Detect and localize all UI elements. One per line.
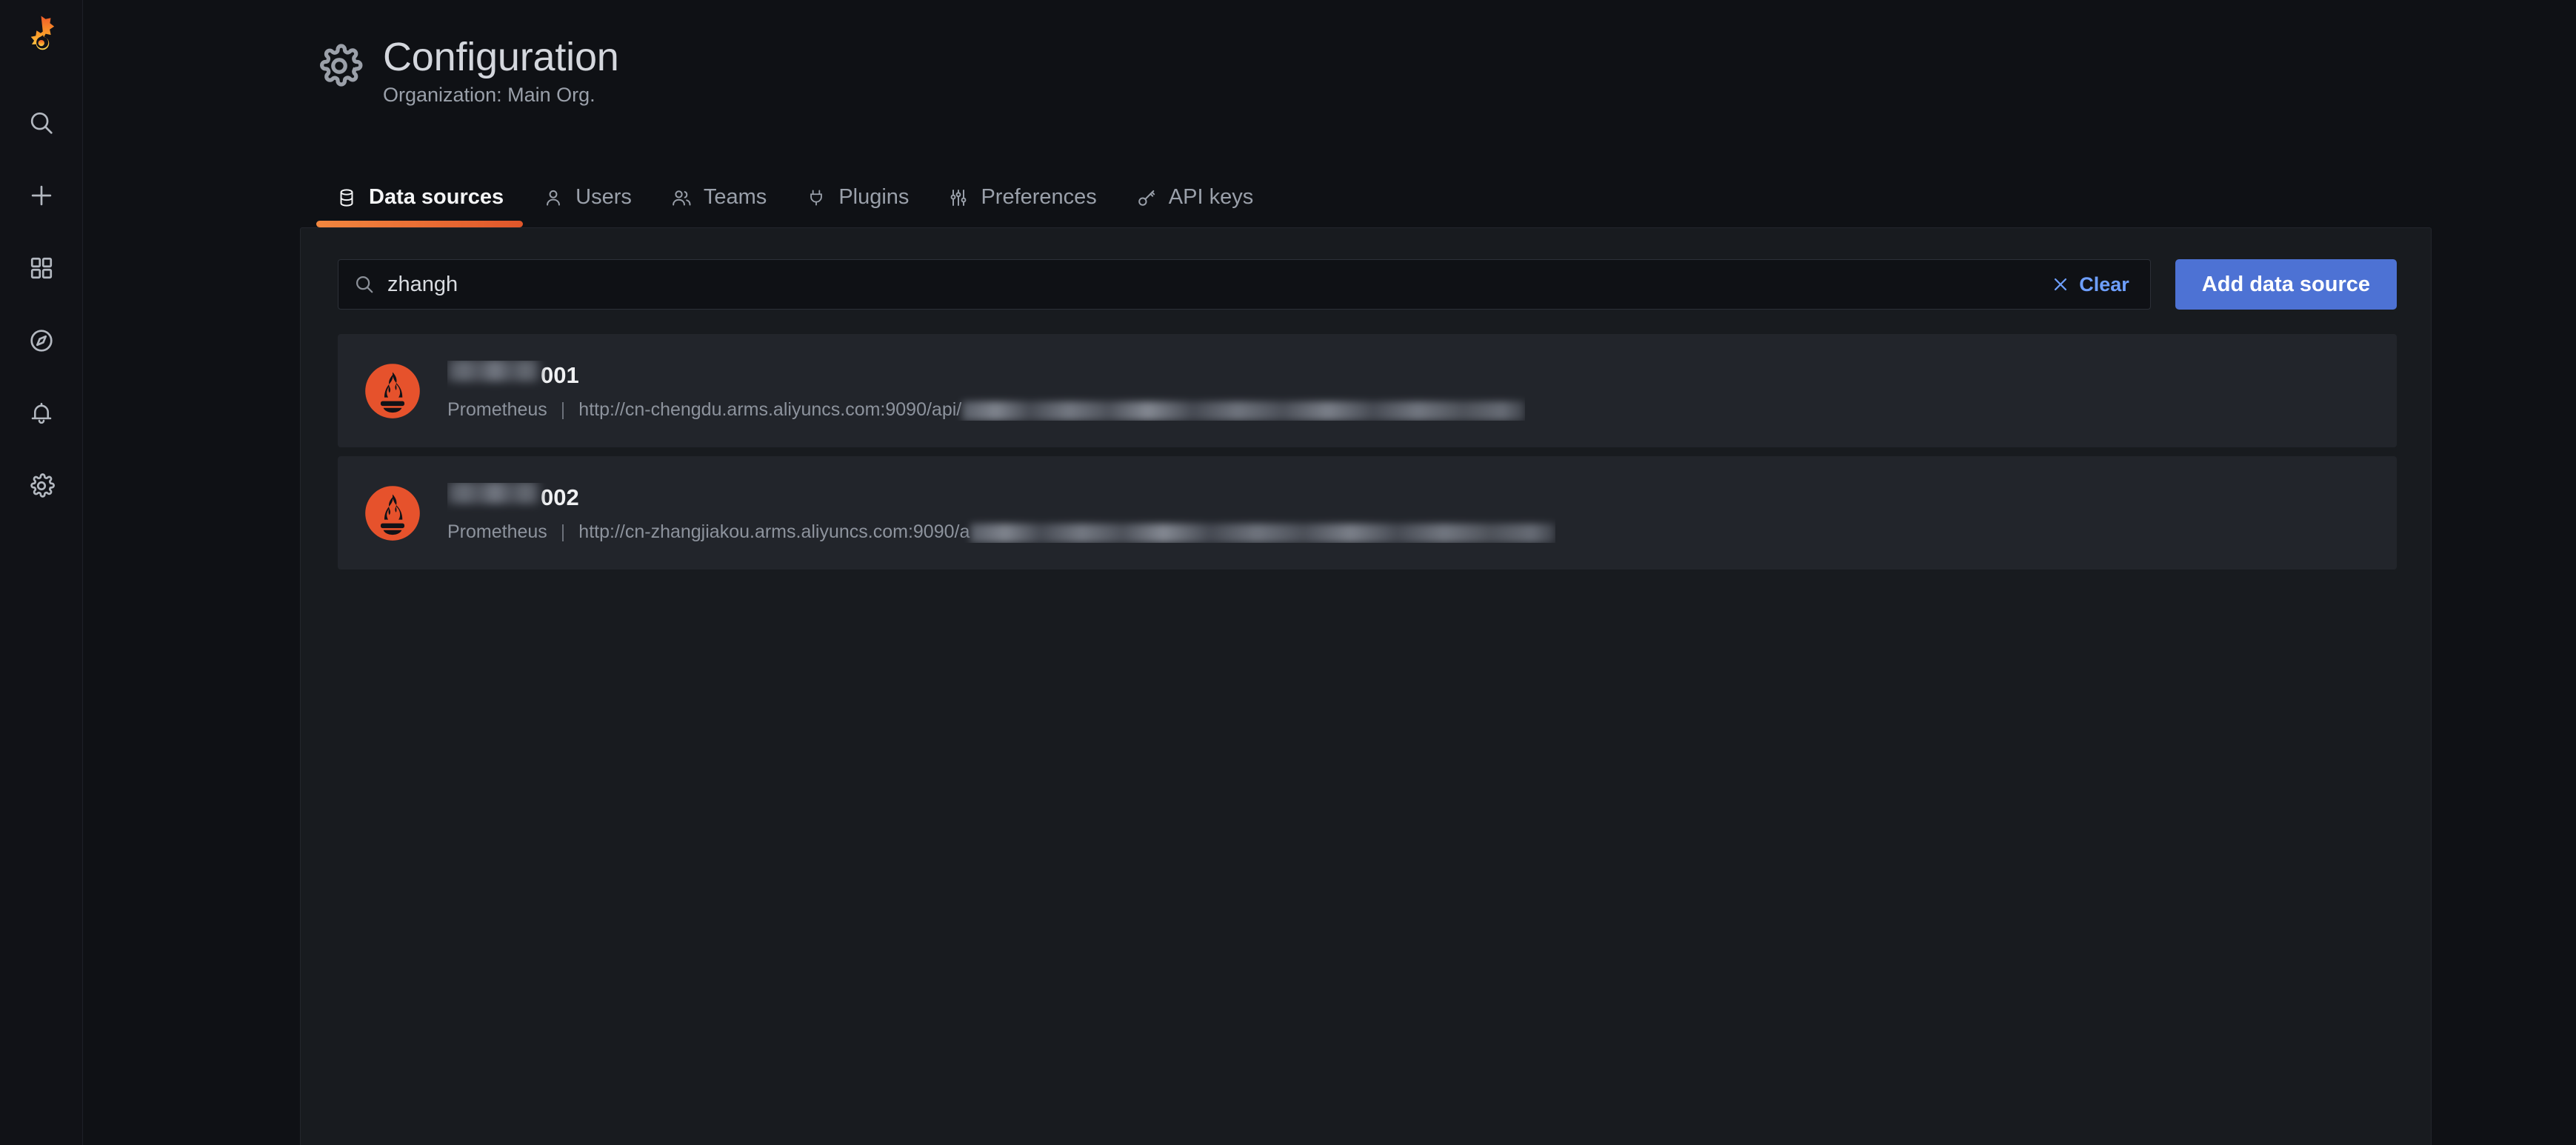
search-box[interactable]: Clear <box>338 259 2151 310</box>
search-icon <box>353 273 376 296</box>
tab-label: Data sources <box>369 185 504 210</box>
tab-data-sources[interactable]: Data sources <box>316 185 523 227</box>
database-icon <box>336 187 358 209</box>
data-source-name: 002 <box>447 483 1555 511</box>
search-row: Clear Add data source <box>338 259 2397 310</box>
data-source-name-suffix: 002 <box>541 484 579 511</box>
data-source-url: http://cn-chengdu.arms.aliyuncs.com:9090… <box>578 399 1525 421</box>
sliders-icon <box>947 187 970 209</box>
redacted-url-blur <box>970 524 1555 543</box>
data-source-name-suffix: 001 <box>541 362 579 389</box>
tab-label: Users <box>575 185 632 210</box>
users-icon <box>670 187 693 209</box>
clear-label: Clear <box>2079 273 2129 296</box>
tab-teams[interactable]: Teams <box>651 185 786 227</box>
page-title: Configuration <box>383 36 619 79</box>
bell-icon[interactable] <box>18 390 65 437</box>
redacted-name-blur <box>447 361 539 381</box>
dashboards-grid-icon[interactable] <box>18 244 65 292</box>
gear-icon[interactable] <box>18 462 65 510</box>
tab-preferences[interactable]: Preferences <box>928 185 1115 227</box>
compass-icon[interactable] <box>18 317 65 364</box>
data-sources-panel: Clear Add data source 001 Prometheus | <box>300 227 2432 1145</box>
title-texts: Configuration Organization: Main Org. <box>383 36 619 107</box>
page-subtitle: Organization: Main Org. <box>383 84 619 107</box>
tab-plugins[interactable]: Plugins <box>786 185 928 227</box>
redacted-url-blur <box>962 401 1525 421</box>
key-icon <box>1135 187 1158 209</box>
data-source-type: Prometheus <box>447 521 547 543</box>
side-nav-rail <box>0 0 83 1145</box>
user-icon <box>542 187 564 209</box>
data-source-meta: Prometheus | http://cn-chengdu.arms.aliy… <box>447 399 1525 421</box>
data-source-type: Prometheus <box>447 399 547 421</box>
meta-separator: | <box>561 521 566 543</box>
page-title-row: Configuration Organization: Main Org. <box>315 36 619 107</box>
data-source-url: http://cn-zhangjiakou.arms.aliyuncs.com:… <box>578 521 1555 543</box>
page-header: Configuration Organization: Main Org. Da… <box>300 0 2432 227</box>
data-source-info: 002 Prometheus | http://cn-zhangjiakou.a… <box>447 483 1555 543</box>
tab-label: Plugins <box>838 185 909 210</box>
active-tab-underline <box>316 221 523 227</box>
tab-label: Preferences <box>981 185 1096 210</box>
grafana-logo[interactable] <box>16 10 67 62</box>
close-icon <box>2051 275 2070 294</box>
tab-api-keys[interactable]: API keys <box>1116 185 1272 227</box>
data-source-url-visible: http://cn-chengdu.arms.aliyuncs.com:9090… <box>578 399 961 421</box>
grafana-app: Configuration Organization: Main Org. Da… <box>0 0 2576 1145</box>
plug-icon <box>805 187 827 209</box>
gear-icon <box>315 41 364 94</box>
redacted-name-blur <box>447 483 539 504</box>
plus-icon[interactable] <box>18 172 65 219</box>
prometheus-logo <box>364 485 421 541</box>
search-input[interactable] <box>376 273 2043 297</box>
data-source-info: 001 Prometheus | http://cn-chengdu.arms.… <box>447 361 1525 421</box>
meta-separator: | <box>561 399 566 421</box>
tab-bar: Data sources Users Teams <box>316 156 1272 227</box>
clear-search-button[interactable]: Clear <box>2043 260 2150 309</box>
nav-items <box>18 99 65 510</box>
data-source-name: 001 <box>447 361 1525 389</box>
search-icon[interactable] <box>18 99 65 147</box>
tab-users[interactable]: Users <box>523 185 651 227</box>
data-source-url-visible: http://cn-zhangjiakou.arms.aliyuncs.com:… <box>578 521 970 543</box>
data-source-list: 001 Prometheus | http://cn-chengdu.arms.… <box>338 334 2397 570</box>
tab-label: API keys <box>1169 185 1253 210</box>
data-source-row[interactable]: 001 Prometheus | http://cn-chengdu.arms.… <box>338 334 2397 447</box>
prometheus-logo <box>364 363 421 419</box>
tab-label: Teams <box>704 185 767 210</box>
data-source-row[interactable]: 002 Prometheus | http://cn-zhangjiakou.a… <box>338 456 2397 570</box>
data-source-meta: Prometheus | http://cn-zhangjiakou.arms.… <box>447 521 1555 543</box>
add-data-source-button[interactable]: Add data source <box>2175 259 2397 310</box>
